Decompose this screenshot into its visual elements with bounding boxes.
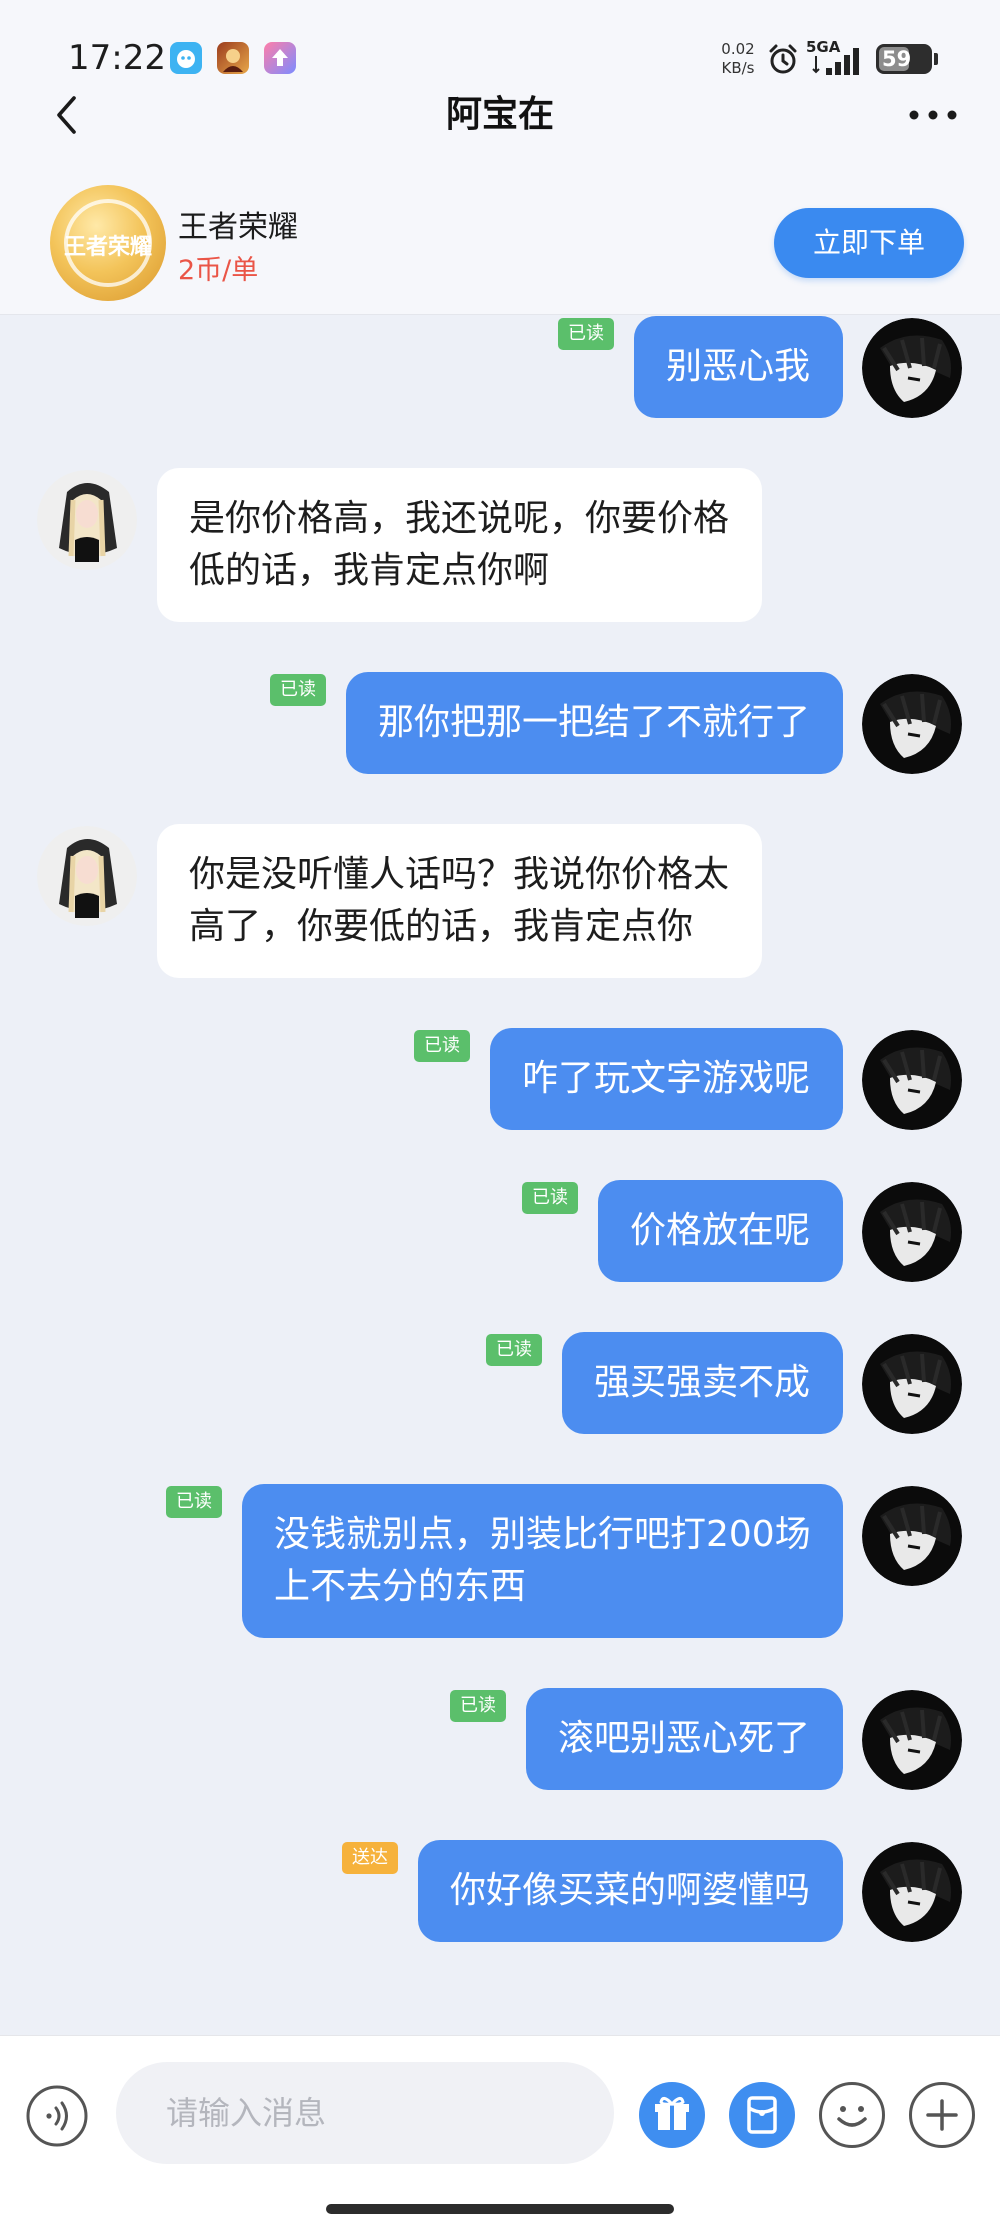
plus-icon <box>926 2099 958 2131</box>
red-packet-button[interactable] <box>729 2082 795 2148</box>
assistant-app-icon <box>170 42 202 74</box>
message-text-line: 价格放在呢 <box>630 1210 811 1251</box>
battery-cap <box>934 53 938 65</box>
my-avatar[interactable] <box>862 1690 962 1790</box>
outgoing-message: 价格放在呢 已读 <box>0 1180 1000 1282</box>
message-text-line: 强买强卖不成 <box>594 1362 811 1403</box>
outgoing-message: 你好像买菜的啊婆懂吗 送达 <box>0 1840 1000 1942</box>
red-packet-icon <box>747 2096 777 2134</box>
gift-button[interactable] <box>639 2082 705 2148</box>
game-price: 2币/单 <box>178 255 259 286</box>
order-card: 王者荣耀 王者荣耀 2币/单 立即下单 <box>0 180 1000 315</box>
message-bubble[interactable]: 是你价格高，我还说呢，你要价格 低的话，我肯定点你啊 <box>157 468 762 622</box>
game-logo-text: 王者荣耀 <box>63 235 152 260</box>
read-badge: 已读 <box>414 1030 470 1062</box>
outgoing-message: 滚吧别恶心死了 已读 <box>0 1688 1000 1790</box>
home-indicator <box>326 2204 674 2214</box>
emoji-icon <box>837 2106 867 2127</box>
message-text-line: 低的话，我肯定点你啊 <box>189 550 550 591</box>
message-bubble[interactable]: 没钱就别点，别装比行吧打200场 上不去分的东西 <box>242 1484 843 1638</box>
message-text-line: 别恶心我 <box>666 346 811 387</box>
read-badge: 已读 <box>558 318 614 350</box>
my-avatar[interactable] <box>862 1030 962 1130</box>
status-time: 17:22 <box>68 38 166 78</box>
message-input[interactable] <box>116 2062 614 2164</box>
gift-icon <box>655 2097 689 2130</box>
message-text-line: 没钱就别点，别装比行吧打200场 <box>274 1514 811 1555</box>
status-bar: 17:22 0.02 KB/s 5GA 59 <box>0 0 1000 95</box>
message-bubble[interactable]: 滚吧别恶心死了 <box>526 1688 843 1790</box>
delivered-badge: 送达 <box>342 1842 398 1874</box>
emoji-button[interactable] <box>819 2082 885 2148</box>
nav-bar: 阿宝在 <box>0 95 1000 185</box>
my-avatar[interactable] <box>862 674 962 774</box>
message-bubble[interactable]: 价格放在呢 <box>598 1180 843 1282</box>
message-list[interactable]: 别恶心我 已读 是你价格高，我还说呢，你要价格 低的话，我肯定点你啊 那你把那一把结了不… <box>0 316 1000 2036</box>
order-now-button[interactable]: 立即下单 <box>774 208 964 278</box>
read-badge: 已读 <box>522 1182 578 1214</box>
my-avatar[interactable] <box>862 318 962 418</box>
message-bubble[interactable]: 咋了玩文字游戏呢 <box>490 1028 843 1130</box>
message-text-line: 那你把那一把结了不就行了 <box>378 702 811 743</box>
network-speed-value: 0.02 <box>721 40 755 58</box>
battery-icon: 59 <box>876 44 932 74</box>
message-text-line: 咋了玩文字游戏呢 <box>522 1058 811 1099</box>
read-badge: 已读 <box>270 674 326 706</box>
outgoing-message: 别恶心我 已读 <box>0 316 1000 418</box>
signal-icon <box>812 48 859 75</box>
read-badge: 已读 <box>486 1334 542 1366</box>
input-bar <box>0 2035 1000 2225</box>
outgoing-message: 强买强卖不成 已读 <box>0 1332 1000 1434</box>
message-text-line: 高了，你要低的话，我肯定点你 <box>189 906 694 947</box>
partner-avatar[interactable] <box>37 470 137 570</box>
my-avatar[interactable] <box>862 1334 962 1434</box>
partner-avatar[interactable] <box>37 826 137 926</box>
outgoing-message: 那你把那一把结了不就行了 已读 <box>0 672 1000 774</box>
my-avatar[interactable] <box>862 1842 962 1942</box>
outgoing-message: 没钱就别点，别装比行吧打200场 上不去分的东西 已读 <box>0 1484 1000 1638</box>
upload-app-icon <box>264 42 296 74</box>
game-name: 王者荣耀 <box>178 210 298 245</box>
outgoing-message: 咋了玩文字游戏呢 已读 <box>0 1028 1000 1130</box>
plus-button[interactable] <box>909 2082 975 2148</box>
my-avatar[interactable] <box>862 1486 962 1586</box>
top-header: 17:22 0.02 KB/s 5GA 59 阿宝在 王者荣耀 王者荣耀 2币/… <box>0 0 1000 315</box>
battery-percentage: 59 <box>882 47 912 71</box>
my-avatar[interactable] <box>862 1182 962 1282</box>
message-bubble[interactable]: 你好像买菜的啊婆懂吗 <box>418 1840 843 1942</box>
alarm-icon <box>769 44 797 74</box>
game-logo: 王者荣耀 <box>50 185 166 301</box>
network-speed-unit: KB/s <box>721 59 755 77</box>
message-bubble[interactable]: 那你把那一把结了不就行了 <box>346 672 843 774</box>
incoming-message: 你是没听懂人话吗？我说你价格太 高了，你要低的话，我肯定点你 <box>0 824 1000 978</box>
read-badge: 已读 <box>450 1690 506 1722</box>
message-text-line: 滚吧别恶心死了 <box>558 1718 811 1759</box>
message-bubble[interactable]: 别恶心我 <box>634 316 843 418</box>
message-text-line: 是你价格高，我还说呢，你要价格 <box>189 498 730 539</box>
message-text-line: 你好像买菜的啊婆懂吗 <box>450 1870 811 1911</box>
incoming-message: 是你价格高，我还说呢，你要价格 低的话，我肯定点你啊 <box>0 468 1000 622</box>
game-app-icon <box>217 42 249 74</box>
read-badge: 已读 <box>166 1486 222 1518</box>
chat-title: 阿宝在 <box>445 94 554 135</box>
voice-icon[interactable] <box>25 2084 89 2148</box>
message-text-line: 你是没听懂人话吗？我说你价格太 <box>189 854 730 895</box>
more-dots-icon[interactable] <box>905 95 961 135</box>
network-speed: 0.02 KB/s <box>718 40 758 78</box>
message-bubble[interactable]: 强买强卖不成 <box>562 1332 843 1434</box>
message-bubble[interactable]: 你是没听懂人话吗？我说你价格太 高了，你要低的话，我肯定点你 <box>157 824 762 978</box>
message-text-line: 上不去分的东西 <box>274 1566 527 1607</box>
